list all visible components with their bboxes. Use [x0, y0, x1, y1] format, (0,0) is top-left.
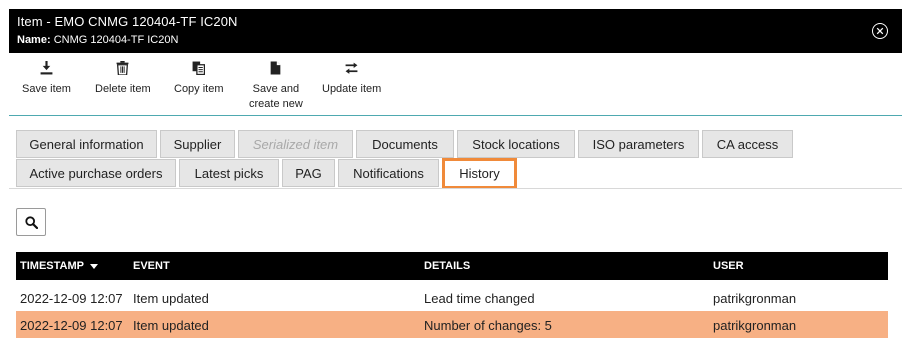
- update-item-label: Update item: [322, 83, 382, 95]
- delete-item-button[interactable]: Delete item: [95, 61, 151, 97]
- search-icon: [24, 215, 38, 229]
- column-header-details[interactable]: DETAILS: [424, 260, 470, 272]
- table-row[interactable]: 2022-12-09 12:07 Item updated Lead time …: [16, 284, 888, 311]
- tab-ca-access[interactable]: CA access: [702, 130, 793, 158]
- window-title: Item - EMO CNMG 120404-TF IC20N: [17, 14, 238, 29]
- delete-item-label: Delete item: [95, 83, 151, 95]
- history-table: TIMESTAMP EVENT DETAILS USER 2022-12-09 …: [16, 252, 888, 338]
- tab-stock-locations[interactable]: Stock locations: [457, 130, 575, 158]
- tab-supplier[interactable]: Supplier: [160, 130, 235, 158]
- table-row-selected[interactable]: 2022-12-09 12:07 Item updated Number of …: [16, 311, 888, 338]
- tab-history[interactable]: History: [442, 158, 517, 189]
- search-button[interactable]: [16, 208, 46, 236]
- save-and-create-new-label-2: create new: [249, 98, 303, 110]
- copy-icon: [174, 61, 224, 79]
- file-icon: [249, 61, 303, 79]
- update-item-button[interactable]: Update item: [322, 61, 381, 97]
- sort-down-icon: [89, 263, 98, 269]
- tab-latest-picks[interactable]: Latest picks: [179, 159, 279, 187]
- tab-documents[interactable]: Documents: [356, 130, 454, 158]
- timestamp-header-label: TIMESTAMP: [20, 260, 84, 272]
- swap-arrows-icon: [322, 61, 381, 79]
- cell-user: patrikgronman: [713, 318, 797, 333]
- name-value: CNMG 120404-TF IC20N: [53, 34, 179, 46]
- save-and-create-new-button[interactable]: Save and create new: [249, 61, 303, 112]
- column-header-user[interactable]: USER: [713, 260, 744, 272]
- cell-timestamp: 2022-12-09 12:07: [20, 291, 123, 306]
- cell-event: Item updated: [133, 318, 209, 333]
- tab-notifications[interactable]: Notifications: [338, 159, 439, 187]
- close-button[interactable]: [872, 23, 888, 39]
- toolbar: Save item Delete item Copy item Save and…: [9, 53, 902, 116]
- close-icon: [876, 27, 884, 35]
- item-name-line: Name: CNMG 120404-TF IC20N: [17, 34, 178, 46]
- copy-item-label: Copy item: [174, 83, 224, 95]
- tab-pag[interactable]: PAG: [282, 159, 335, 187]
- cell-timestamp: 2022-12-09 12:07: [20, 318, 123, 333]
- save-item-label: Save item: [22, 83, 71, 95]
- column-header-timestamp[interactable]: TIMESTAMP: [20, 260, 98, 272]
- cell-details: Number of changes: 5: [424, 318, 552, 333]
- column-header-event[interactable]: EVENT: [133, 260, 170, 272]
- tab-general-information[interactable]: General information: [16, 130, 157, 158]
- tab-serialized-item: Serialized item: [238, 130, 353, 158]
- cell-event: Item updated: [133, 291, 209, 306]
- copy-item-button[interactable]: Copy item: [174, 61, 224, 97]
- trash-icon: [95, 61, 151, 79]
- save-item-button[interactable]: Save item: [22, 61, 71, 97]
- table-header: TIMESTAMP EVENT DETAILS USER: [16, 252, 888, 280]
- tab-active-purchase-orders[interactable]: Active purchase orders: [16, 159, 176, 187]
- window-titlebar: Item - EMO CNMG 120404-TF IC20N Name: CN…: [9, 9, 902, 53]
- name-label: Name:: [17, 34, 51, 46]
- cell-user: patrikgronman: [713, 291, 797, 306]
- tabs-divider: [9, 188, 902, 189]
- cell-details: Lead time changed: [424, 291, 535, 306]
- tab-iso-parameters[interactable]: ISO parameters: [578, 130, 699, 158]
- save-and-create-new-label-1: Save and: [252, 83, 300, 95]
- download-icon: [22, 61, 71, 79]
